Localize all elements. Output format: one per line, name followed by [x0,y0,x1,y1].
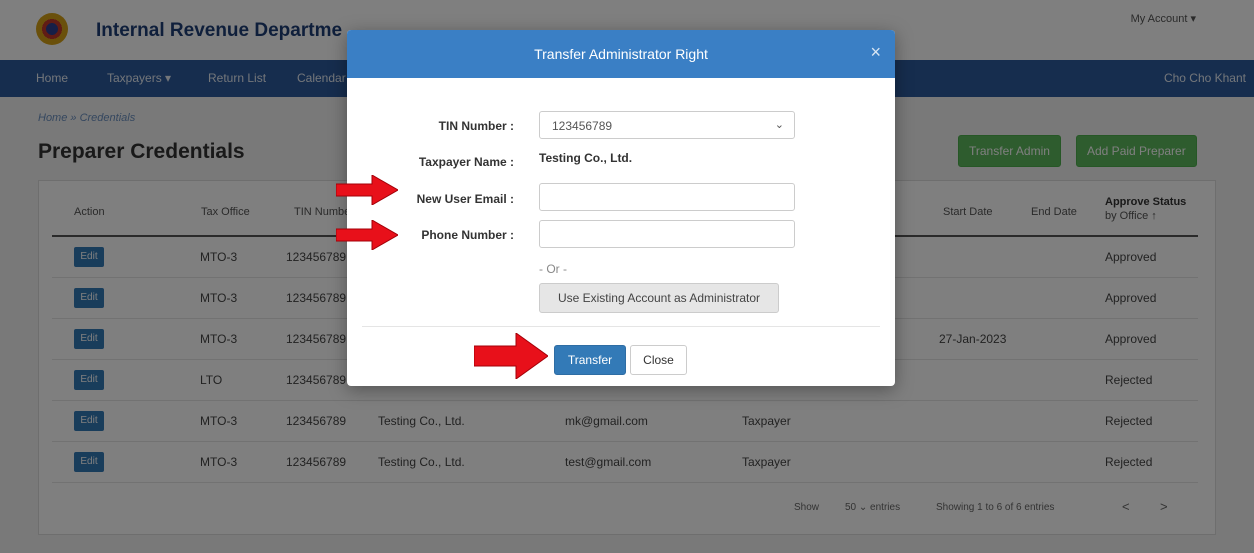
new-user-email-input[interactable] [539,183,795,211]
tin-number-value: 123456789 [552,119,613,133]
close-icon[interactable]: × [870,42,881,63]
chevron-down-icon: ⌄ [774,119,784,131]
close-button[interactable]: Close [630,345,687,375]
red-arrow-icon [336,220,398,250]
red-arrow-icon [336,175,398,205]
or-divider-text: - Or - [539,262,567,276]
phone-number-input[interactable] [539,220,795,248]
tin-number-label: TIN Number : [438,119,514,133]
tin-number-select[interactable]: 123456789 ⌄ [539,111,795,139]
modal-title: Transfer Administrator Right [534,46,708,62]
transfer-button[interactable]: Transfer [554,345,626,375]
red-arrow-icon [474,333,548,379]
modal-header: Transfer Administrator Right × [347,30,895,78]
transfer-admin-modal: Transfer Administrator Right × TIN Numbe… [347,30,895,386]
taxpayer-name-label: Taxpayer Name : [418,155,514,169]
modal-footer-divider [362,326,880,327]
use-existing-account-button[interactable]: Use Existing Account as Administrator [539,283,779,313]
taxpayer-name-value: Testing Co., Ltd. [539,151,633,165]
